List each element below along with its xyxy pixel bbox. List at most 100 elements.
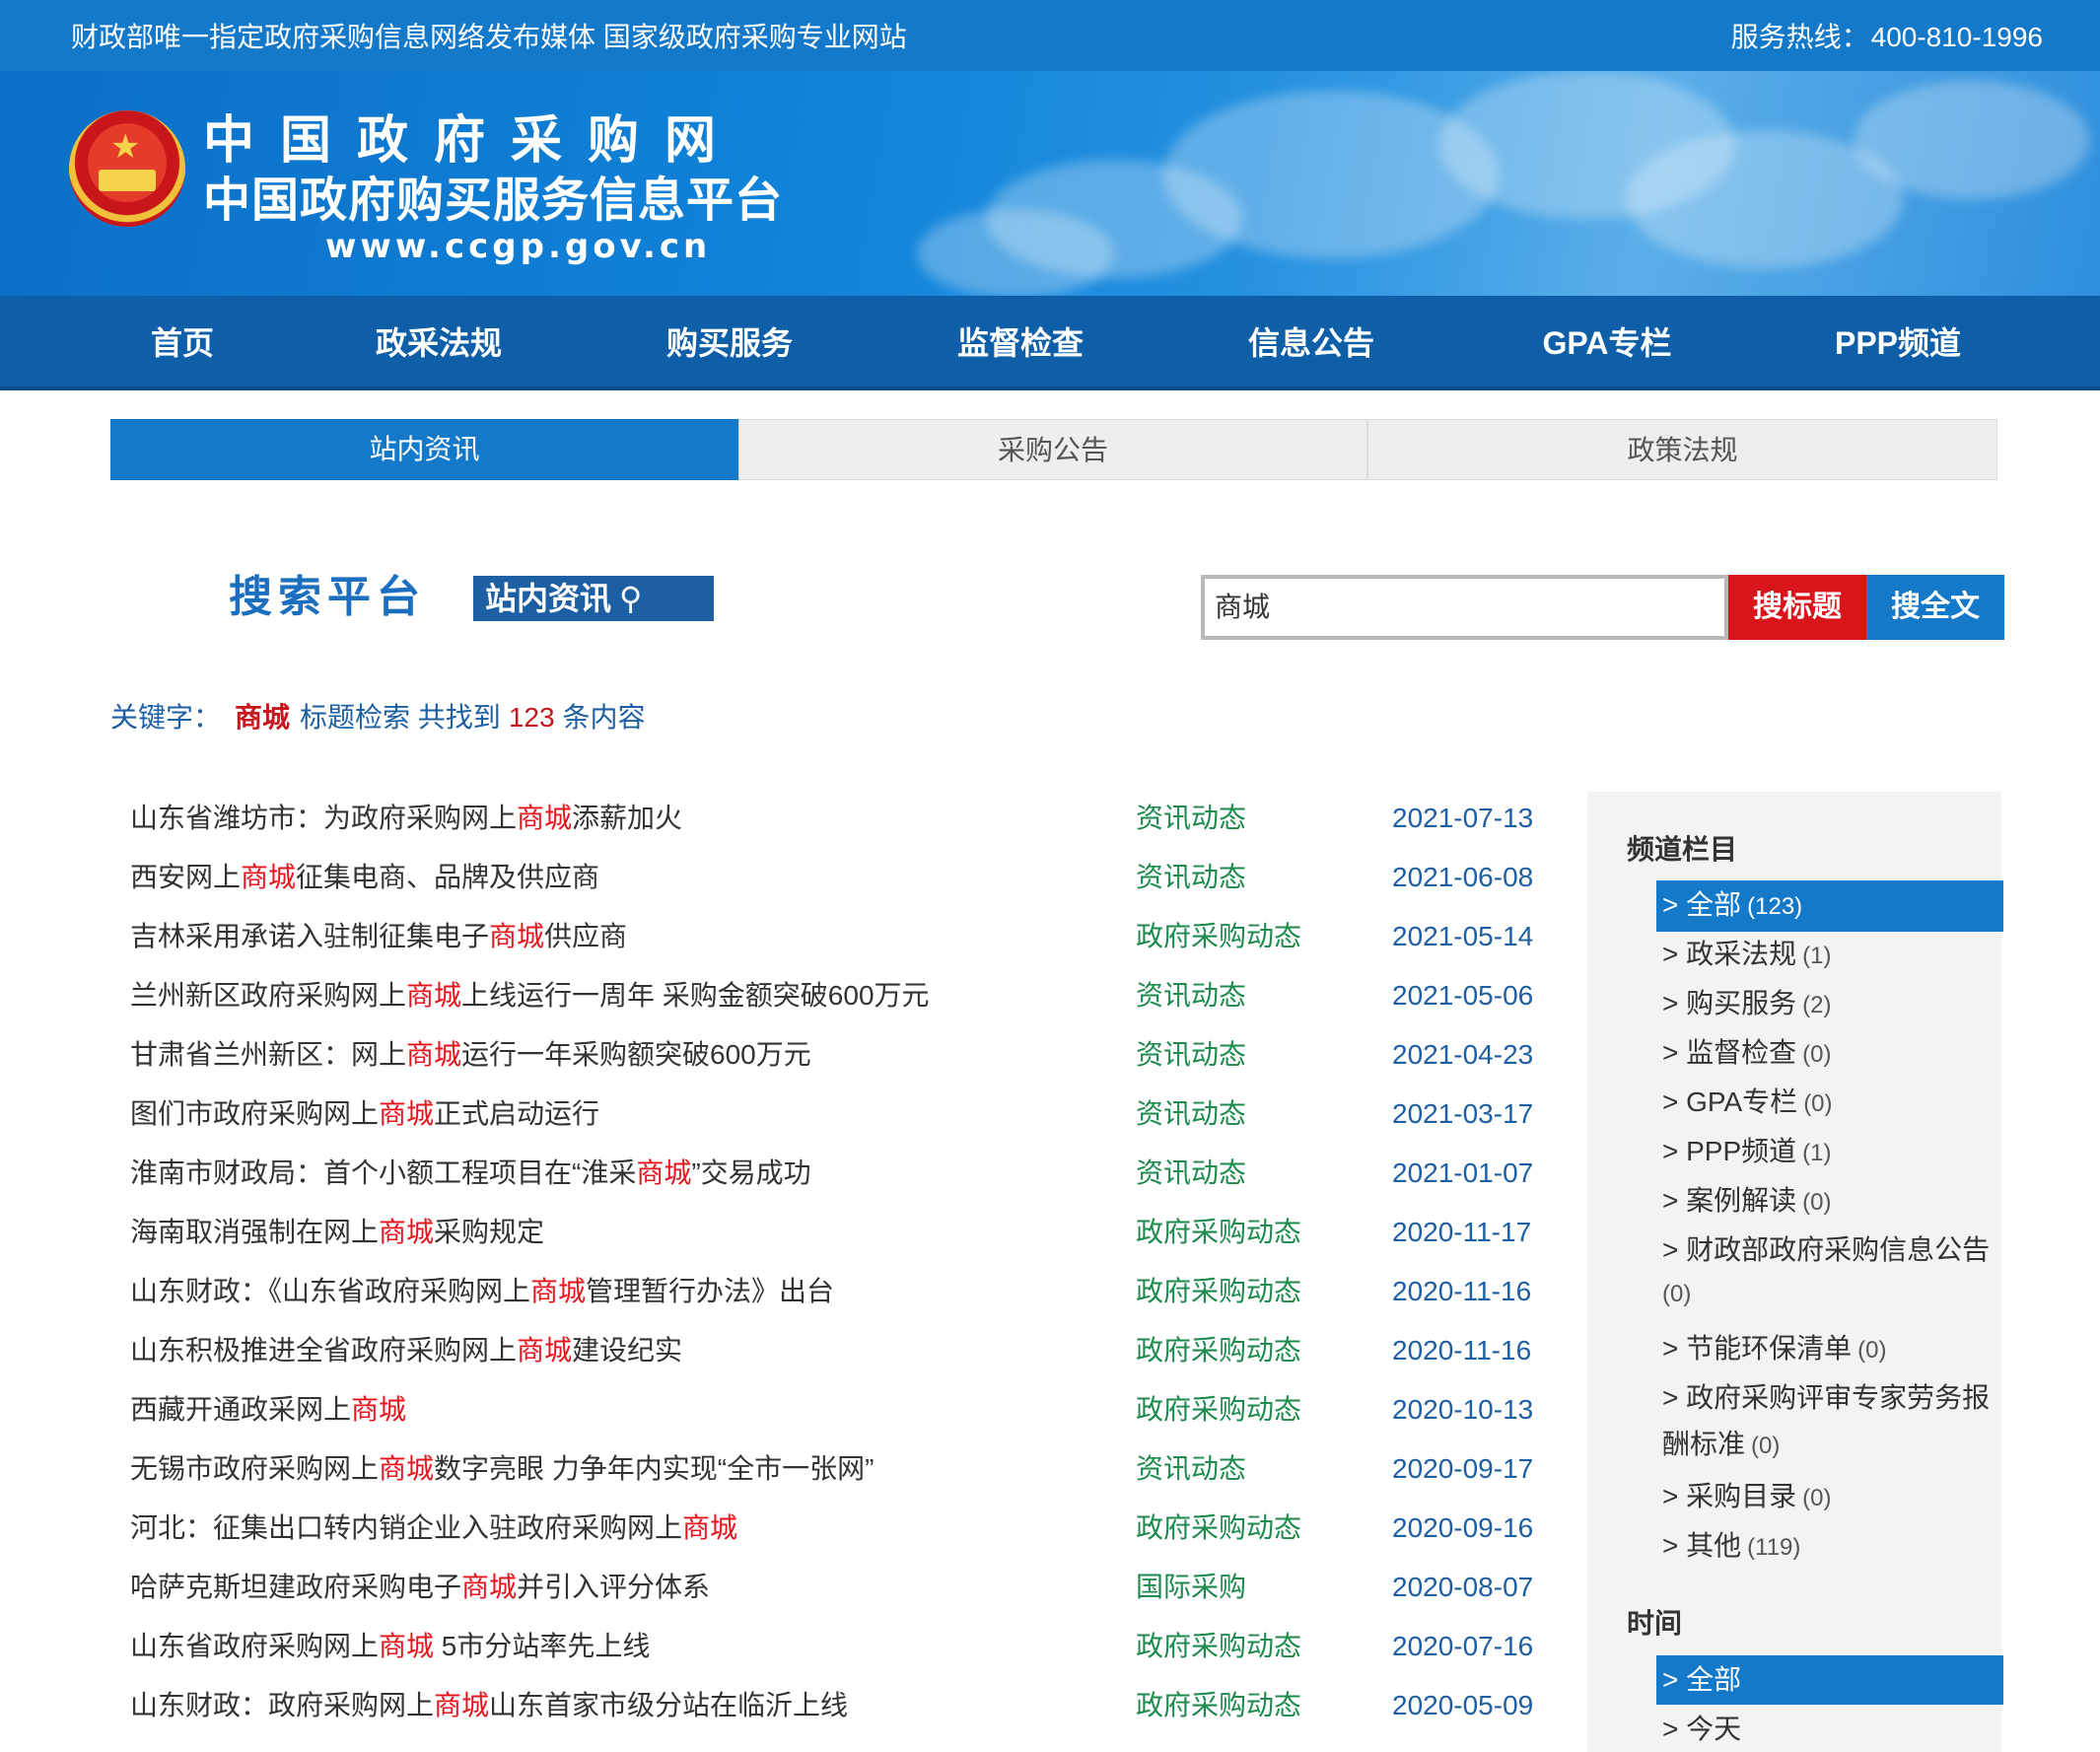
- filter-sidebar: 频道栏目 > 全部 (123) > 政采法规 (1) > 购买服务 (2) > 监督检…: [1587, 792, 2003, 1752]
- result-category-link[interactable]: 资讯动态: [1136, 1035, 1246, 1075]
- result-title-link[interactable]: 甘肃省兰州新区：网上商城运行一年采购额突破600万元: [130, 1035, 811, 1075]
- result-row: 西安网上商城征集电商、品牌及供应商 资讯动态 2021-06-08: [130, 858, 1570, 897]
- result-title-link[interactable]: 山东省潍坊市：为政府采购网上商城添薪加火: [130, 799, 682, 838]
- nav-regulations[interactable]: 政采法规: [355, 296, 523, 390]
- channel-label: > 政采法规: [1662, 939, 1797, 969]
- search-summary: 关键字： 商城 标题检索 共找到 123 条内容: [110, 700, 646, 736]
- search-icon: ⚲: [619, 581, 643, 616]
- result-title-link[interactable]: 山东积极推进全省政府采购网上商城建设纪实: [130, 1331, 682, 1370]
- channel-catalog[interactable]: > 采购目录 (0): [1656, 1472, 2003, 1523]
- channel-tabs: 站内资讯 采购公告 政策法规: [110, 419, 1997, 480]
- channel-cases[interactable]: > 案例解读 (0): [1656, 1176, 2003, 1227]
- result-row: 山东省潍坊市：为政府采购网上商城添薪加火 资讯动态 2021-07-13: [130, 799, 1570, 838]
- channel-purchase-services[interactable]: > 购买服务 (2): [1656, 979, 2003, 1030]
- channel-expert-fees-cont: 酬标准 (0): [1656, 1423, 1780, 1468]
- result-keyword-highlight: 商城: [682, 1512, 738, 1543]
- result-category-link[interactable]: 资讯动态: [1136, 1094, 1246, 1134]
- search-fulltext-button[interactable]: 搜全文: [1866, 575, 2004, 640]
- result-title-link[interactable]: 山东省政府采购网上商城 5市分站率先上线: [130, 1627, 650, 1666]
- result-title-link[interactable]: 吉林采用承诺入驻制征集电子商城供应商: [130, 917, 627, 956]
- channel-count: (119): [1747, 1534, 1801, 1561]
- channel-expert-fees[interactable]: > 政府采购评审专家劳务报: [1656, 1373, 2003, 1423]
- result-title-text: 西藏开通政采网上: [130, 1394, 352, 1425]
- result-category-link[interactable]: 政府采购动态: [1136, 1686, 1301, 1725]
- tab-site-news[interactable]: 站内资讯: [110, 419, 738, 480]
- channel-gpa[interactable]: > GPA专栏 (0): [1656, 1078, 2003, 1129]
- channel-supervision[interactable]: > 监督检查 (0): [1656, 1028, 2003, 1080]
- nav-supervision[interactable]: 监督检查: [932, 296, 1109, 390]
- result-title-link[interactable]: 淮南市财政局：首个小额工程项目在“淮采商城”交易成功: [130, 1154, 811, 1193]
- result-title-link[interactable]: 山东财政：《山东省政府采购网上商城管理暂行办法》出台: [130, 1272, 834, 1311]
- result-category-link[interactable]: 政府采购动态: [1136, 1272, 1301, 1311]
- result-category-link[interactable]: 政府采购动态: [1136, 1508, 1301, 1548]
- search-platform-tag: 站内资讯 ⚲: [473, 576, 714, 621]
- channel-ppp[interactable]: > PPP频道 (1): [1656, 1127, 2003, 1178]
- result-category-link[interactable]: 政府采购动态: [1136, 917, 1301, 956]
- channel-mof-notices-count: (0): [1662, 1281, 1692, 1307]
- channel-green-list[interactable]: > 节能环保清单 (0): [1656, 1324, 2003, 1375]
- service-hotline: 服务热线：400-810-1996: [1729, 20, 2043, 55]
- result-title-text: 正式启动运行: [434, 1098, 600, 1129]
- result-category-link[interactable]: 国际采购: [1136, 1568, 1246, 1607]
- result-title-link[interactable]: 西安网上商城征集电商、品牌及供应商: [130, 858, 599, 897]
- result-category-link[interactable]: 资讯动态: [1136, 976, 1246, 1016]
- result-date: 2021-06-08: [1392, 862, 1534, 892]
- result-title-text: 山东省潍坊市：为政府采购网上: [130, 803, 518, 833]
- result-category-link[interactable]: 资讯动态: [1136, 1154, 1246, 1193]
- result-category-link[interactable]: 政府采购动态: [1136, 1390, 1301, 1430]
- tab-policy[interactable]: 政策法规: [1367, 419, 1997, 480]
- result-category-link[interactable]: 资讯动态: [1136, 799, 1246, 838]
- result-keyword-highlight: 商城: [379, 1098, 435, 1129]
- national-emblem-icon: ★: [69, 110, 185, 227]
- result-date: 2021-05-14: [1392, 921, 1534, 951]
- channel-count: (0): [1857, 1337, 1887, 1364]
- result-title-link[interactable]: 图们市政府采购网上商城正式启动运行: [130, 1094, 599, 1134]
- result-category-link[interactable]: 资讯动态: [1136, 858, 1246, 897]
- result-category-link[interactable]: 资讯动态: [1136, 1449, 1246, 1489]
- result-category-link[interactable]: 政府采购动态: [1136, 1331, 1301, 1370]
- result-title-text: 海南取消强制在网上: [130, 1217, 380, 1247]
- result-title-link[interactable]: 山东财政：政府采购网上商城山东首家市级分站在临沂上线: [130, 1686, 848, 1725]
- result-title-link[interactable]: 河北：征集出口转内销企业入驻政府采购网上商城: [130, 1508, 737, 1548]
- channel-label-cont: 酬标准: [1662, 1429, 1746, 1459]
- channel-count: (2): [1802, 992, 1832, 1018]
- summary-keyword: 商城: [235, 702, 291, 733]
- search-platform-tag-text: 站内资讯: [485, 581, 612, 616]
- tab-procurement-notices[interactable]: 采购公告: [738, 419, 1367, 480]
- result-title-link[interactable]: 海南取消强制在网上商城采购规定: [130, 1213, 544, 1252]
- time-today[interactable]: > 今天: [1656, 1705, 2003, 1752]
- main-navigation: 首页 政采法规 购买服务 监督检查 信息公告 GPA专栏 PPP频道: [0, 296, 2100, 390]
- result-keyword-highlight: 商城: [636, 1157, 692, 1188]
- result-title-text: 运行一年采购额突破600万元: [461, 1039, 811, 1070]
- result-title-text: 添薪加火: [572, 803, 683, 833]
- nav-announcements[interactable]: 信息公告: [1223, 296, 1400, 390]
- result-title-link[interactable]: 兰州新区政府采购网上商城上线运行一周年 采购金额突破600万元: [130, 976, 930, 1016]
- result-date: 2021-04-23: [1392, 1039, 1534, 1070]
- channel-regulations[interactable]: > 政采法规 (1): [1656, 930, 2003, 981]
- channel-all-label: > 全部: [1662, 889, 1742, 920]
- site-title: 中国政府采购网: [203, 112, 742, 170]
- nav-ppp[interactable]: PPP频道: [1804, 296, 1992, 390]
- result-title-link[interactable]: 哈萨克斯坦建政府采购电子商城并引入评分体系: [130, 1568, 710, 1607]
- channel-other[interactable]: > 其他 (119): [1656, 1521, 2003, 1573]
- search-title-button[interactable]: 搜标题: [1728, 575, 1866, 640]
- result-category-link[interactable]: 政府采购动态: [1136, 1213, 1301, 1252]
- result-title-link[interactable]: 西藏开通政采网上商城: [130, 1390, 406, 1430]
- result-category-link[interactable]: 政府采购动态: [1136, 1627, 1301, 1666]
- channel-count: (0): [1802, 1041, 1832, 1068]
- result-date: 2020-11-17: [1392, 1217, 1532, 1247]
- nav-home[interactable]: 首页: [108, 296, 256, 390]
- result-date: 2021-01-07: [1392, 1157, 1534, 1188]
- result-title-link[interactable]: 无锡市政府采购网上商城数字亮眼 力争年内实现“全市一张网”: [130, 1449, 874, 1489]
- site-subtitle: 中国政府购买服务信息平台: [203, 175, 784, 227]
- channel-count: (1): [1802, 943, 1832, 969]
- result-title-text: 哈萨克斯坦建政府采购电子: [130, 1572, 462, 1602]
- nav-purchase-services[interactable]: 购买服务: [641, 296, 818, 390]
- search-input[interactable]: 商城: [1201, 575, 1728, 640]
- time-all[interactable]: > 全部: [1656, 1655, 2003, 1705]
- channel-all[interactable]: > 全部 (123): [1656, 880, 2003, 932]
- channel-mof-notices[interactable]: > 财政部政府采购信息公告: [1656, 1226, 2003, 1275]
- result-date: 2020-08-07: [1392, 1572, 1534, 1602]
- nav-gpa[interactable]: GPA专栏: [1513, 296, 1701, 390]
- result-date: 2020-09-17: [1392, 1453, 1534, 1484]
